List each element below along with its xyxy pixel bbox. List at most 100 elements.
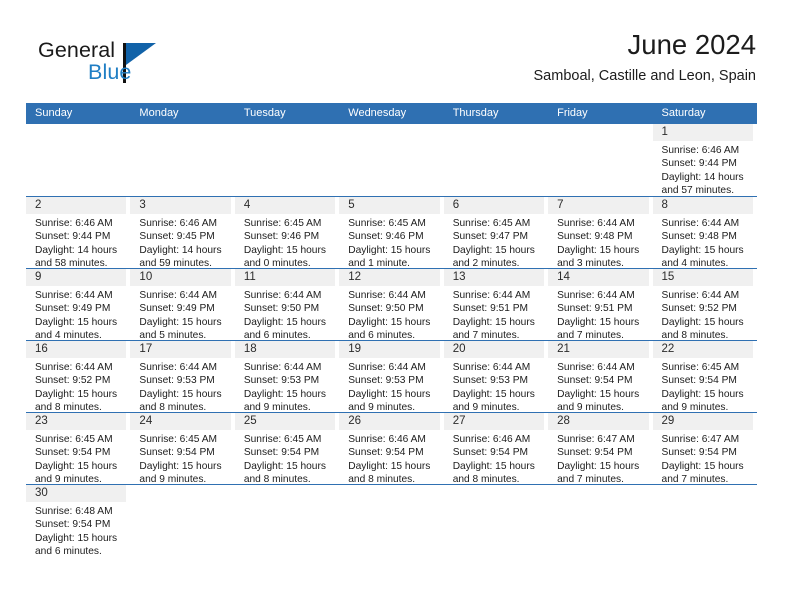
day-details: Sunrise: 6:44 AM Sunset: 9:54 PM Daylight:… xyxy=(548,358,650,415)
day-detail-line: Daylight: 15 hours xyxy=(348,316,431,328)
calendar-day-cell[interactable]: 12 Sunrise: 6:44 AM Sunset: 9:50 PM Dayligh… xyxy=(339,269,443,343)
calendar-day-cell[interactable]: 17 Sunrise: 6:44 AM Sunset: 9:53 PM Dayligh… xyxy=(130,341,234,413)
day-detail-line: Sunset: 9:48 PM xyxy=(661,231,737,243)
calendar-day-cell[interactable]: 20 Sunrise: 6:44 AM Sunset: 9:53 PM Dayligh… xyxy=(443,341,548,413)
day-number-band: 29 xyxy=(652,413,753,430)
day-number: 3 xyxy=(139,199,146,211)
calendar-day-cell[interactable]: 22 Sunrise: 6:45 AM Sunset: 9:54 PM Dayligh… xyxy=(652,341,757,415)
day-details: Sunrise: 6:46 AM Sunset: 9:45 PM Daylight:… xyxy=(130,214,232,271)
day-detail-line: Sunrise: 6:47 AM xyxy=(557,434,635,445)
day-number: 10 xyxy=(139,271,153,283)
day-number: 26 xyxy=(348,415,362,427)
day-detail-line: Daylight: 15 hours xyxy=(243,244,326,256)
day-details: Sunrise: 6:46 AM Sunset: 9:44 PM Daylight:… xyxy=(26,214,128,271)
day-details: Sunrise: 6:45 AM Sunset: 9:54 PM Daylight:… xyxy=(653,358,755,415)
weekday-header-monday: Monday xyxy=(139,107,179,119)
calendar-day-cell[interactable]: 21 Sunrise: 6:44 AM Sunset: 9:54 PM Dayligh… xyxy=(548,341,652,415)
calendar-day-cell[interactable]: 9 Sunrise: 6:44 AM Sunset: 9:49 PM Daylight… xyxy=(26,269,130,341)
day-detail-line: Sunrise: 6:45 AM xyxy=(35,434,113,445)
weekday-header-tuesday: Tuesday xyxy=(243,107,286,119)
day-detail-line: Sunset: 9:52 PM xyxy=(661,303,737,315)
day-number: 29 xyxy=(661,415,675,427)
day-number-band: 17 xyxy=(130,341,231,358)
calendar-day-cell[interactable]: 23 Sunrise: 6:45 AM Sunset: 9:54 PM Dayligh… xyxy=(26,413,130,485)
calendar-day-cell[interactable]: 2 Sunrise: 6:46 AM Sunset: 9:44 PM Daylight… xyxy=(26,197,130,271)
day-number-band: 2 xyxy=(26,197,127,214)
calendar-day-cell[interactable]: 29 Sunrise: 6:47 AM Sunset: 9:54 PM Dayligh… xyxy=(652,413,757,485)
day-number-band: 20 xyxy=(443,341,545,358)
day-number: 24 xyxy=(139,415,153,427)
weekday-header-wednesday: Wednesday xyxy=(348,107,407,119)
day-number-band: 18 xyxy=(234,341,336,358)
calendar-day-cell[interactable]: 18 Sunrise: 6:44 AM Sunset: 9:53 PM Dayligh… xyxy=(234,341,339,413)
day-details: Sunrise: 6:47 AM Sunset: 9:54 PM Daylight:… xyxy=(548,430,650,487)
calendar-day-cell[interactable]: 28 Sunrise: 6:47 AM Sunset: 9:54 PM Dayligh… xyxy=(548,413,652,487)
calendar-day-cell[interactable]: 11 Sunrise: 6:44 AM Sunset: 9:50 PM Dayligh… xyxy=(234,269,339,341)
day-detail-line: Daylight: 15 hours xyxy=(35,316,118,328)
day-number: 4 xyxy=(243,199,251,211)
day-detail-line: and 6 minutes. xyxy=(35,546,102,558)
day-detail-line: Sunrise: 6:45 AM xyxy=(452,218,531,229)
calendar-day-cell[interactable]: 10 Sunrise: 6:44 AM Sunset: 9:49 PM Dayligh… xyxy=(130,269,234,341)
calendar-day-cell[interactable]: 4 Sunrise: 6:45 AM Sunset: 9:46 PM Daylight… xyxy=(234,197,339,269)
day-number-band: 25 xyxy=(234,413,336,430)
day-number: 13 xyxy=(452,271,466,283)
day-number-band: 11 xyxy=(234,269,336,286)
day-details: Sunrise: 6:44 AM Sunset: 9:50 PM Daylight:… xyxy=(339,286,441,343)
calendar-day-cell[interactable]: 24 Sunrise: 6:45 AM Sunset: 9:54 PM Dayligh… xyxy=(130,413,234,485)
calendar-day-cell[interactable]: 27 Sunrise: 6:46 AM Sunset: 9:54 PM Dayligh… xyxy=(443,413,548,485)
calendar-day-cell[interactable]: 8 Sunrise: 6:44 AM Sunset: 9:48 PM Daylight… xyxy=(652,197,757,269)
day-details: Sunrise: 6:44 AM Sunset: 9:53 PM Daylight:… xyxy=(339,358,441,415)
calendar-day-cell[interactable]: 16 Sunrise: 6:44 AM Sunset: 9:52 PM Dayligh… xyxy=(26,341,130,413)
day-number-band: 22 xyxy=(652,341,753,358)
day-number: 23 xyxy=(35,415,48,427)
calendar-day-cell[interactable]: 7 Sunrise: 6:44 AM Sunset: 9:48 PM Daylight… xyxy=(548,197,652,269)
day-number-band: 16 xyxy=(26,341,127,358)
day-number-band: 24 xyxy=(130,413,231,430)
day-detail-line: Sunset: 9:54 PM xyxy=(35,519,111,531)
day-details: Sunrise: 6:45 AM Sunset: 9:47 PM Daylight:… xyxy=(444,214,546,271)
calendar-day-cell[interactable]: 1 Sunrise: 6:46 AM Sunset: 9:44 PM Daylight… xyxy=(652,124,757,196)
day-detail-line: Sunset: 9:45 PM xyxy=(139,231,215,243)
calendar-day-cell[interactable]: 30 Sunrise: 6:48 AM Sunset: 9:54 PM Dayligh… xyxy=(26,485,130,559)
day-detail-line: Sunset: 9:54 PM xyxy=(348,447,424,459)
day-number-band: 8 xyxy=(652,197,753,214)
day-detail-line: Sunrise: 6:44 AM xyxy=(557,290,635,301)
day-detail-line: Sunrise: 6:46 AM xyxy=(348,434,426,445)
day-detail-line: Sunset: 9:54 PM xyxy=(557,375,633,387)
logo-text-blue: Blue xyxy=(88,60,132,84)
calendar-week-row: 16 Sunrise: 6:44 AM Sunset: 9:52 PM Dayligh… xyxy=(26,340,757,415)
calendar-day-cell[interactable]: 26 Sunrise: 6:46 AM Sunset: 9:54 PM Dayligh… xyxy=(339,413,443,485)
day-number-band: 1 xyxy=(652,124,753,141)
day-number: 17 xyxy=(139,343,153,355)
calendar-day-cell[interactable]: 3 Sunrise: 6:46 AM Sunset: 9:45 PM Daylight… xyxy=(130,197,234,271)
calendar-day-cell[interactable]: 14 Sunrise: 6:44 AM Sunset: 9:51 PM Dayligh… xyxy=(548,269,652,341)
calendar-week-row: 30 Sunrise: 6:48 AM Sunset: 9:54 PM Dayligh… xyxy=(26,484,757,559)
day-detail-line: Sunrise: 6:44 AM xyxy=(35,362,113,373)
day-detail-line: Daylight: 15 hours xyxy=(139,460,222,472)
day-detail-line: Daylight: 15 hours xyxy=(35,460,118,472)
calendar-day-cell[interactable]: 13 Sunrise: 6:44 AM Sunset: 9:51 PM Dayligh… xyxy=(443,269,548,341)
calendar-day-cell[interactable]: 25 Sunrise: 6:45 AM Sunset: 9:54 PM Dayligh… xyxy=(234,413,339,485)
day-detail-line: Sunset: 9:54 PM xyxy=(452,447,529,459)
general-blue-logo[interactable]: General Blue xyxy=(38,38,228,90)
calendar-day-cell[interactable]: 5 Sunrise: 6:45 AM Sunset: 9:46 PM Daylight… xyxy=(339,197,443,269)
day-number-band: 23 xyxy=(26,413,127,430)
day-detail-line: Sunset: 9:51 PM xyxy=(557,303,633,315)
day-number: 20 xyxy=(452,343,466,355)
day-detail-line: Sunset: 9:47 PM xyxy=(452,231,529,243)
day-detail-line: Sunrise: 6:48 AM xyxy=(35,506,113,517)
day-number: 1 xyxy=(661,126,668,138)
day-detail-line: Sunset: 9:46 PM xyxy=(243,231,320,243)
day-number: 8 xyxy=(661,199,668,211)
day-detail-line: Sunset: 9:50 PM xyxy=(348,303,424,315)
day-detail-line: Daylight: 14 hours xyxy=(35,244,118,256)
day-number-band xyxy=(235,124,335,141)
day-details: Sunrise: 6:48 AM Sunset: 9:54 PM Daylight:… xyxy=(26,502,128,559)
day-detail-line: Sunset: 9:53 PM xyxy=(452,375,529,387)
day-detail-line: Daylight: 15 hours xyxy=(661,460,744,472)
calendar-day-cell[interactable]: 15 Sunrise: 6:44 AM Sunset: 9:52 PM Dayligh… xyxy=(652,269,757,341)
calendar-day-cell[interactable]: 19 Sunrise: 6:44 AM Sunset: 9:53 PM Dayligh… xyxy=(339,341,443,415)
calendar-day-cell[interactable]: 6 Sunrise: 6:45 AM Sunset: 9:47 PM Daylight… xyxy=(443,197,548,271)
day-detail-line: Sunrise: 6:45 AM xyxy=(243,434,322,445)
